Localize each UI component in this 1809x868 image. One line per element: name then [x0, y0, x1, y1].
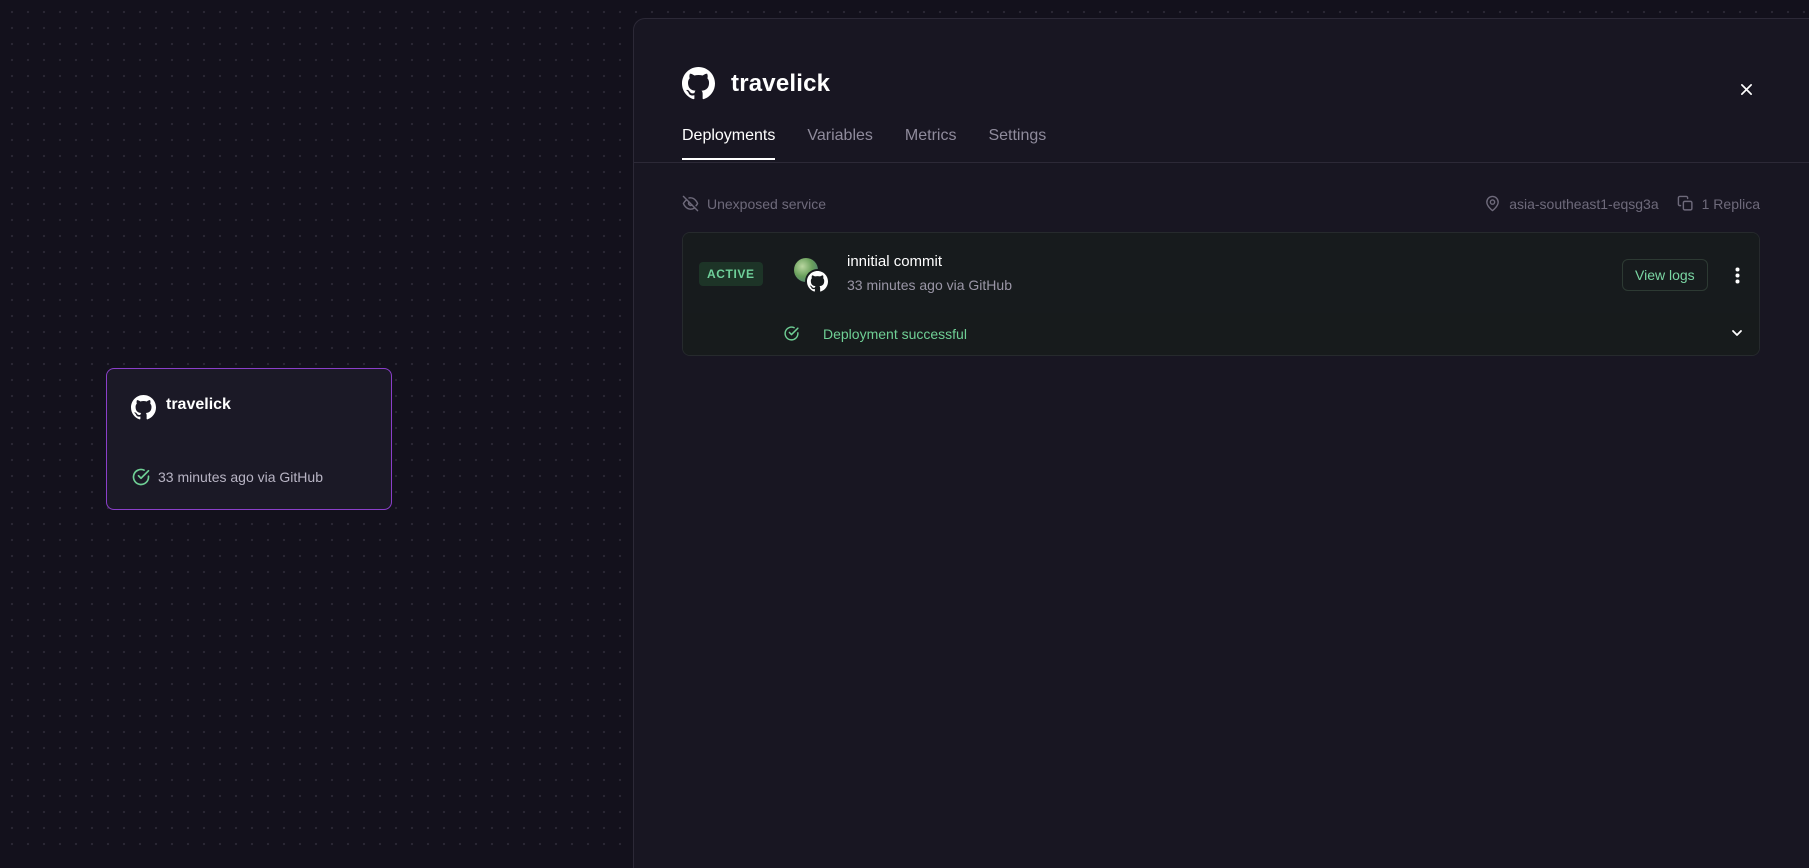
github-icon: [682, 67, 715, 100]
status-badge: ACTIVE: [699, 262, 763, 286]
service-card-title: travelick: [166, 395, 231, 413]
tab-variables[interactable]: Variables: [807, 127, 873, 159]
commit-info: innitial commit 33 minutes ago via GitHu…: [847, 253, 1012, 293]
region-text: asia-southeast1-eqsg3a: [1509, 195, 1659, 212]
commit-meta: 33 minutes ago via GitHub: [847, 277, 1012, 293]
check-circle-icon: [131, 467, 158, 487]
deployment-card[interactable]: ACTIVE innitial commit 33 minutes ago vi…: [682, 232, 1760, 356]
chevron-down-icon[interactable]: [1730, 326, 1746, 342]
github-icon: [131, 395, 156, 420]
author-avatar-stack: [794, 258, 830, 294]
deployment-meta: asia-southeast1-eqsg3a 1 Replica: [1484, 195, 1760, 212]
service-card[interactable]: travelick 33 minutes ago via GitHub: [106, 368, 392, 510]
service-card-status: 33 minutes ago via GitHub: [131, 467, 323, 487]
replica-text: 1 Replica: [1701, 195, 1760, 212]
service-meta-row: Unexposed service asia-southeast1-eqsg3a…: [682, 195, 1760, 212]
panel-tabs: Deployments Variables Metrics Settings: [682, 127, 1078, 160]
exposure-status: Unexposed service: [682, 195, 826, 212]
copy-icon: [1677, 195, 1702, 212]
check-circle-icon: [783, 325, 800, 342]
close-icon: [1740, 83, 1753, 96]
deployment-status-text: Deployment successful: [823, 326, 967, 342]
replica-info: 1 Replica: [1677, 195, 1760, 212]
tab-metrics[interactable]: Metrics: [905, 127, 957, 159]
commit-message: innitial commit: [847, 253, 943, 270]
kebab-menu-icon: [1735, 267, 1740, 284]
view-logs-button[interactable]: View logs: [1622, 259, 1708, 291]
exposure-text: Unexposed service: [707, 195, 827, 212]
service-card-header: travelick: [131, 395, 231, 420]
map-pin-icon: [1484, 195, 1509, 212]
deployment-summary: ACTIVE innitial commit 33 minutes ago vi…: [683, 233, 1759, 313]
region-info: asia-southeast1-eqsg3a: [1484, 195, 1659, 212]
service-card-status-text: 33 minutes ago via GitHub: [158, 469, 323, 485]
tab-deployments[interactable]: Deployments: [682, 127, 776, 160]
panel-title: travelick: [731, 69, 831, 97]
eye-off-icon: [682, 195, 707, 212]
service-details-panel: travelick Deployments Variables Metrics …: [633, 18, 1809, 868]
close-button[interactable]: [1734, 77, 1758, 101]
github-icon: [805, 269, 830, 294]
tab-settings[interactable]: Settings: [988, 127, 1046, 159]
deployment-status-row[interactable]: Deployment successful: [683, 313, 1759, 355]
deployment-menu-button[interactable]: [1725, 263, 1749, 287]
panel-header: travelick: [682, 67, 830, 100]
tabs-divider: [634, 162, 1809, 163]
